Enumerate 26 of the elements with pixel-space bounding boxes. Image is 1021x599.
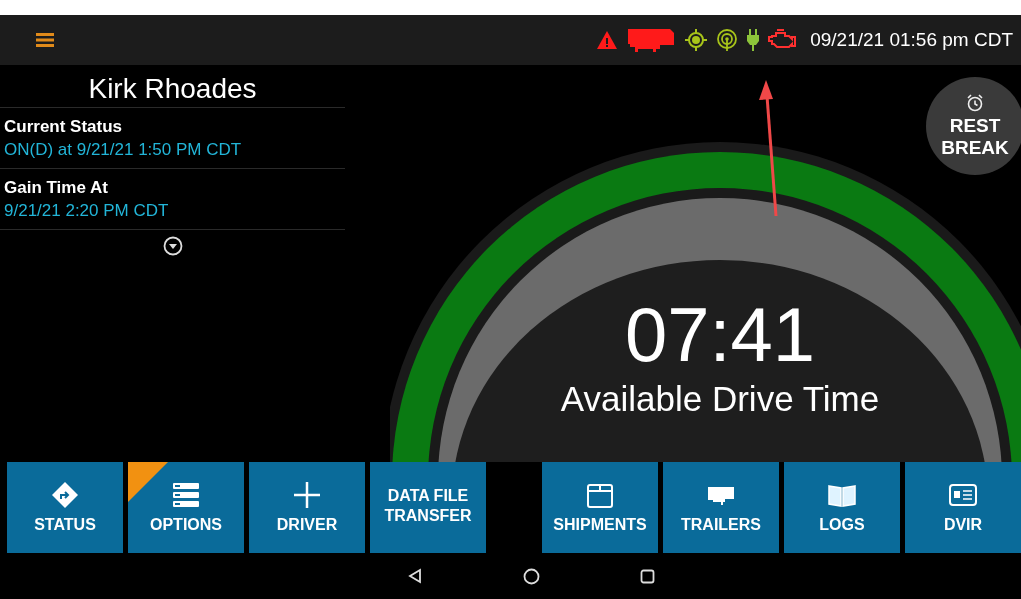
nav-button[interactable]: STATUS [7,462,123,553]
nav-button[interactable]: DVIR [905,462,1021,553]
driver-name: Kirk Rhoades [87,72,258,106]
field-label: Current Status [3,116,124,138]
rest-break-button[interactable]: REST BREAK [926,77,1021,175]
data-transfer-button[interactable]: DATA FILE TRANSFER [370,462,486,553]
field-value: 9/21/21 2:20 PM CDT [3,200,170,222]
nav-button[interactable]: DRIVER [249,462,365,553]
field-label: Gain Time At [3,177,109,199]
drive-time-value: 07:41 [624,293,816,377]
alarm-clock-icon [965,93,985,113]
field-value: ON(D) at 9/21/21 1:50 PM CDT [3,139,243,161]
list-icon [172,480,200,509]
nav-button[interactable]: OPTIONS [128,462,244,553]
drive-time-caption: Available Drive Time [560,378,880,420]
expand-icon[interactable] [162,236,183,256]
back-icon[interactable] [406,568,423,584]
nav-button[interactable]: TRAILERS [663,462,779,553]
nav-button[interactable]: SHIPMENTS [542,462,658,553]
date-time: 09/21/21 01:56 pm CDT [810,27,1013,52]
direction-sign-icon [51,480,79,509]
plus-icon [293,480,321,509]
nav-button[interactable]: LOGS [784,462,900,553]
recent-apps-icon[interactable] [639,568,655,584]
menu-icon[interactable] [36,33,54,47]
home-icon[interactable] [522,567,540,585]
